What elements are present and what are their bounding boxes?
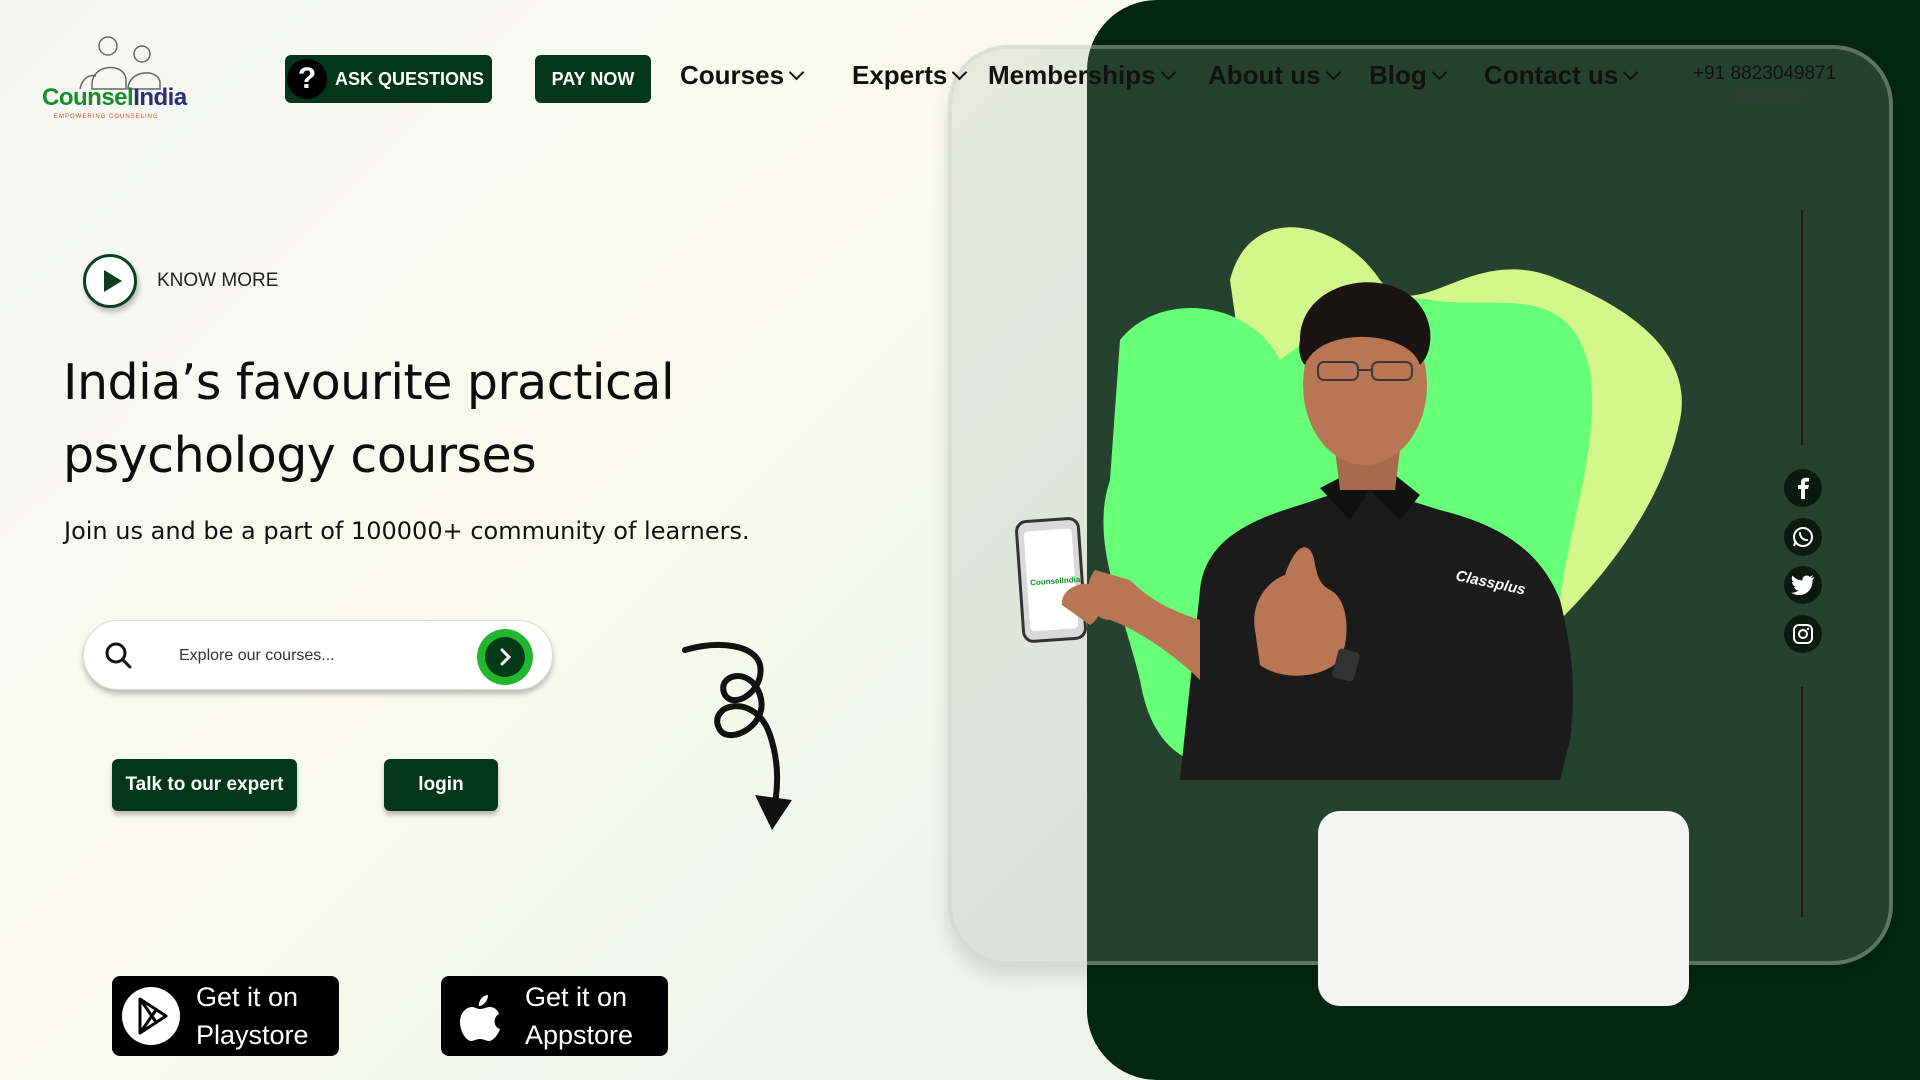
chevron-down-icon xyxy=(1325,64,1341,81)
nav-blog[interactable]: Blog xyxy=(1369,60,1448,91)
playstore-icon xyxy=(120,985,182,1047)
playstore-line2: Playstore xyxy=(196,1020,309,1050)
hero-title: India’s favourite practical psychology c… xyxy=(63,354,675,484)
logo-text: CounselIndia xyxy=(42,84,187,111)
info-card xyxy=(1318,811,1689,1006)
apple-icon xyxy=(449,985,511,1047)
play-icon xyxy=(103,270,122,292)
talk-to-expert-button[interactable]: Talk to our expert xyxy=(112,759,297,811)
appstore-line1: Get it on xyxy=(525,982,628,1012)
facebook-icon[interactable] xyxy=(1784,469,1822,507)
logo[interactable]: CounselIndia EMPOWERING COUNSELING xyxy=(40,34,190,129)
know-more-play-button[interactable] xyxy=(83,254,137,308)
instagram-icon[interactable] xyxy=(1784,615,1822,653)
appstore-line2: Appstore xyxy=(525,1020,634,1050)
hero-subtitle: Join us and be a part of 100000+ communi… xyxy=(64,517,750,545)
login-button[interactable]: login xyxy=(384,759,498,811)
hero-image: Classplus CounselIndia xyxy=(1015,227,1682,780)
chevron-down-icon xyxy=(1431,64,1448,81)
divider-line-bottom xyxy=(1801,687,1803,917)
nav-experts[interactable]: Experts xyxy=(852,60,968,91)
pay-now-button[interactable]: PAY NOW xyxy=(535,55,651,103)
chevron-right-icon xyxy=(500,648,512,666)
search-icon xyxy=(105,642,132,669)
nav-memberships[interactable]: Memberships xyxy=(988,60,1176,91)
nav-courses[interactable]: Courses xyxy=(680,60,805,91)
chevron-down-icon xyxy=(788,64,805,81)
ask-questions-button[interactable]: ? ASK QUESTIONS xyxy=(285,55,492,103)
chevron-down-icon xyxy=(1623,64,1639,81)
support-text: Support 24/7 xyxy=(1734,88,1809,103)
phone-number[interactable]: +91 8823049871 xyxy=(1693,63,1836,85)
question-icon: ? xyxy=(286,59,327,99)
appstore-button[interactable]: Get it on Appstore xyxy=(441,976,668,1056)
logo-tagline: EMPOWERING COUNSELING xyxy=(54,114,159,120)
playstore-line1: Get it on xyxy=(196,982,299,1012)
chevron-down-icon xyxy=(1160,64,1176,81)
nav-contact-us[interactable]: Contact us xyxy=(1484,60,1639,91)
playstore-button[interactable]: Get it on Playstore xyxy=(112,976,339,1056)
search-submit-button[interactable] xyxy=(477,629,533,685)
squiggle-arrow-icon xyxy=(682,642,792,830)
divider-line-top xyxy=(1801,210,1803,445)
nav-about-us[interactable]: About us xyxy=(1208,60,1341,91)
twitter-icon[interactable] xyxy=(1784,566,1822,604)
chevron-down-icon xyxy=(952,64,968,81)
search-input[interactable] xyxy=(179,639,459,673)
whatsapp-icon[interactable] xyxy=(1784,518,1822,556)
ask-questions-label: ASK QUESTIONS xyxy=(334,68,485,89)
know-more-label[interactable]: KNOW MORE xyxy=(157,270,278,292)
search-bar xyxy=(83,620,553,690)
